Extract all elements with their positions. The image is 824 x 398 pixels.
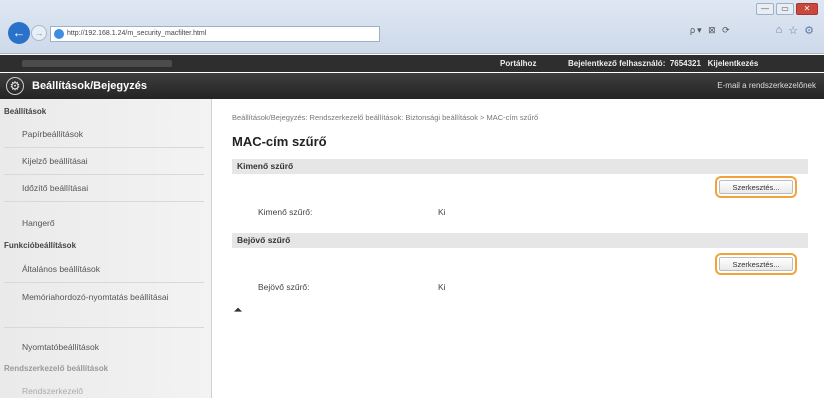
home-icon[interactable]: ⌂	[776, 24, 783, 37]
sidebar-item-paper[interactable]: Papírbeállítások	[22, 129, 83, 139]
gear-icon[interactable]: ⚙	[804, 24, 814, 37]
title-bar: ⚙ Beállítások/Bejegyzés E-mail a rendsze…	[0, 73, 824, 99]
edit-incoming-label: Szerkesztés...	[719, 257, 793, 271]
login-id: 7654321	[669, 59, 701, 68]
browser-icons: ⌂ ☆ ⚙	[776, 24, 814, 37]
address-bar[interactable]: http://192.168.1.24/m_security_macfilter…	[50, 26, 380, 42]
divider	[4, 201, 204, 202]
browser-toolbar: — ▭ ✕ ← → http://192.168.1.24/m_security…	[0, 0, 824, 54]
sidebar-section-settings: Beállítások	[4, 107, 47, 116]
login-info: Bejelentkező felhasználó: 7654321 Kijele…	[568, 59, 758, 68]
search-refresh-tools[interactable]: ρ▾ ⊠ ⟳	[690, 25, 732, 36]
minimize-button[interactable]: —	[756, 3, 774, 15]
sidebar-section-functions: Funkcióbeállítások	[4, 241, 77, 250]
close-button[interactable]: ✕	[796, 3, 818, 15]
logout-link[interactable]: Kijelentkezés	[708, 59, 759, 68]
incoming-filter-header: Bejövő szűrő	[232, 233, 808, 248]
ie-page-icon	[54, 29, 64, 39]
page-title: MAC-cím szűrő	[232, 134, 327, 149]
sidebar-item-display[interactable]: Kijelző beállításai	[22, 156, 88, 166]
portal-link[interactable]: Portálhoz	[500, 59, 536, 68]
outgoing-filter-header: Kimenő szűrő	[232, 159, 808, 174]
sidebar-item-printer[interactable]: Nyomtatóbeállítások	[22, 342, 99, 352]
page-section-title: Beállítások/Bejegyzés	[32, 80, 147, 92]
outgoing-filter-value: Ki	[438, 207, 446, 217]
divider	[4, 282, 204, 283]
sidebar-item-memory-media[interactable]: Memóriahordozó-nyomtatás beállításai	[22, 290, 172, 304]
divider	[4, 174, 204, 175]
incoming-filter-value: Ki	[438, 282, 446, 292]
star-icon[interactable]: ☆	[788, 24, 798, 37]
address-text: http://192.168.1.24/m_security_macfilter…	[67, 30, 207, 37]
edit-incoming-button[interactable]: Szerkesztés...	[715, 253, 797, 275]
forward-arrow-icon[interactable]: →	[31, 25, 47, 41]
edit-outgoing-label: Szerkesztés...	[719, 180, 793, 194]
breadcrumb: Beállítások/Bejegyzés: Rendszerkezelő be…	[232, 113, 539, 122]
main-content: Beállítások/Bejegyzés: Rendszerkezelő be…	[213, 99, 824, 398]
back-arrow-icon[interactable]: ←	[8, 22, 30, 44]
maximize-button[interactable]: ▭	[776, 3, 794, 15]
sidebar-item-volume[interactable]: Hangerő	[22, 218, 55, 228]
window-controls: — ▭ ✕	[756, 3, 818, 15]
mail-admin-link[interactable]: E-mail a rendszerkezelőnek	[717, 81, 816, 90]
sidebar-item-admin[interactable]: Rendszerkezelő	[22, 386, 83, 396]
divider	[4, 327, 204, 328]
settings-gear-icon: ⚙	[6, 77, 24, 95]
sidebar-section-admin: Rendszerkezelő beállítások	[4, 364, 109, 373]
outgoing-filter-label: Kimenő szűrő:	[258, 207, 313, 217]
user-bar: Portálhoz Bejelentkező felhasználó: 7654…	[0, 55, 824, 72]
incoming-filter-label: Bejövő szűrő:	[258, 282, 310, 292]
sidebar: Beállítások Papírbeállítások Kijelző beá…	[0, 99, 212, 398]
login-label: Bejelentkező felhasználó:	[568, 59, 666, 68]
sidebar-item-general[interactable]: Általános beállítások	[22, 264, 100, 274]
divider	[4, 147, 204, 148]
device-name-blurred	[22, 60, 172, 67]
back-to-top-icon[interactable]: ⏶	[234, 305, 242, 316]
edit-outgoing-button[interactable]: Szerkesztés...	[715, 176, 797, 198]
sidebar-item-timer[interactable]: Időzítő beállításai	[22, 183, 88, 193]
